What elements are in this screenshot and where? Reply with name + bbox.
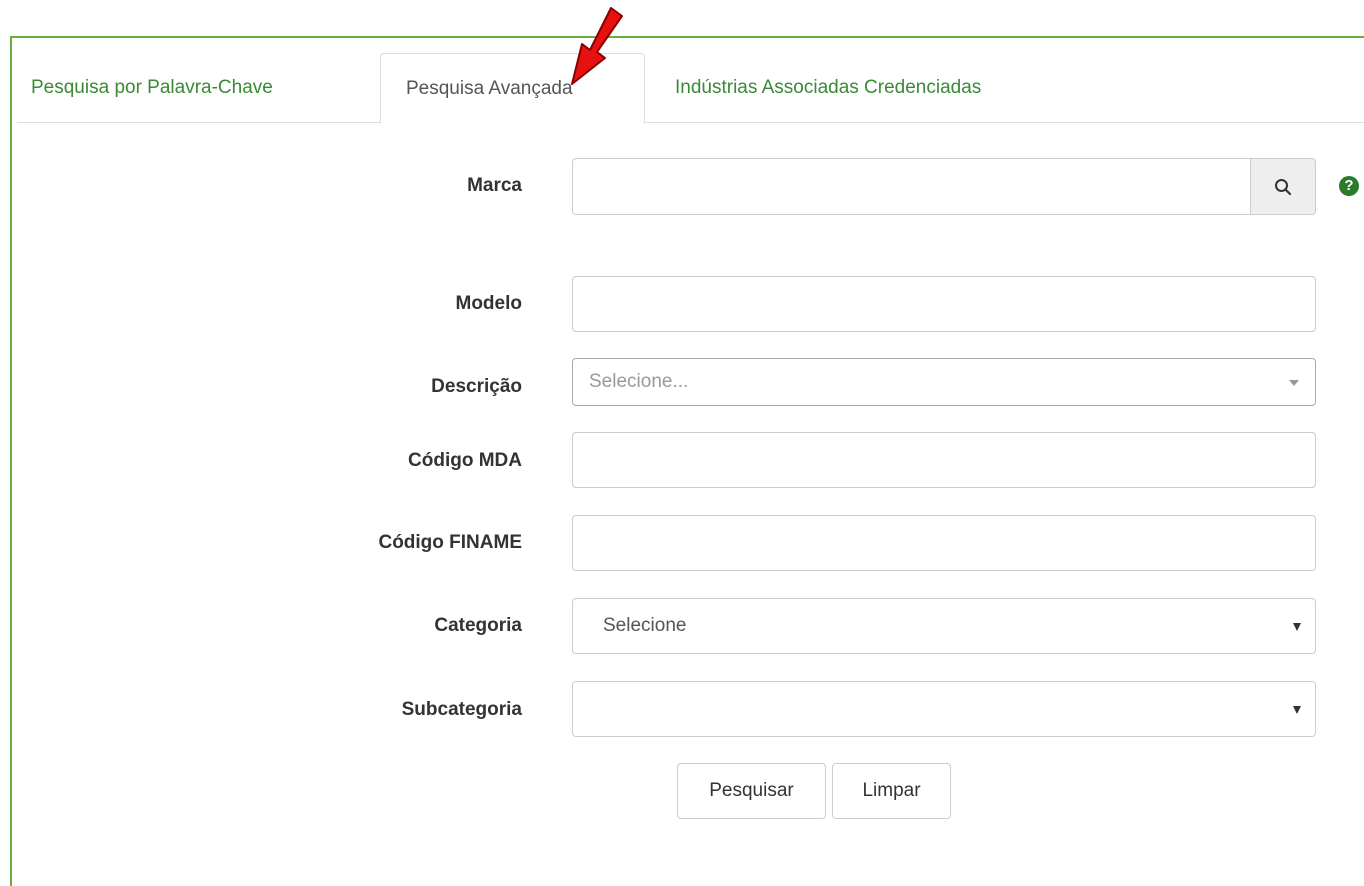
tab-keyword-search[interactable]: Pesquisa por Palavra-Chave bbox=[31, 53, 273, 123]
red-arrow-icon bbox=[571, 7, 623, 85]
descricao-select[interactable]: Selecione... bbox=[572, 358, 1316, 406]
caret-down-icon bbox=[1293, 706, 1301, 714]
search-icon bbox=[1275, 178, 1292, 195]
descricao-label: Descrição bbox=[431, 376, 522, 397]
categoria-value: Selecione bbox=[603, 615, 687, 636]
codigo-mda-label: Código MDA bbox=[408, 450, 522, 471]
categoria-label: Categoria bbox=[434, 615, 522, 636]
modelo-label: Modelo bbox=[455, 293, 523, 314]
search-button[interactable]: Pesquisar bbox=[677, 763, 826, 819]
marca-input[interactable] bbox=[572, 158, 1250, 215]
caret-down-icon bbox=[1293, 623, 1301, 631]
descricao-placeholder: Selecione... bbox=[589, 371, 689, 392]
modelo-input[interactable] bbox=[572, 276, 1316, 332]
marca-label: Marca bbox=[467, 175, 522, 196]
codigo-finame-label: Código FINAME bbox=[378, 532, 522, 553]
help-icon[interactable]: ? bbox=[1339, 176, 1359, 196]
tab-bar: Pesquisa por Palavra-Chave Pesquisa Avan… bbox=[17, 53, 1364, 124]
marca-input-group bbox=[572, 158, 1316, 215]
tab-accredited-industries[interactable]: Indústrias Associadas Credenciadas bbox=[675, 53, 981, 123]
categoria-select[interactable]: Selecione bbox=[572, 598, 1316, 654]
subcategoria-select[interactable] bbox=[572, 681, 1316, 737]
marca-search-button[interactable] bbox=[1250, 158, 1316, 215]
subcategoria-label: Subcategoria bbox=[401, 699, 522, 720]
codigo-finame-input[interactable] bbox=[572, 515, 1316, 571]
clear-button[interactable]: Limpar bbox=[832, 763, 951, 819]
chevron-down-icon bbox=[1289, 380, 1299, 386]
codigo-mda-input[interactable] bbox=[572, 432, 1316, 488]
